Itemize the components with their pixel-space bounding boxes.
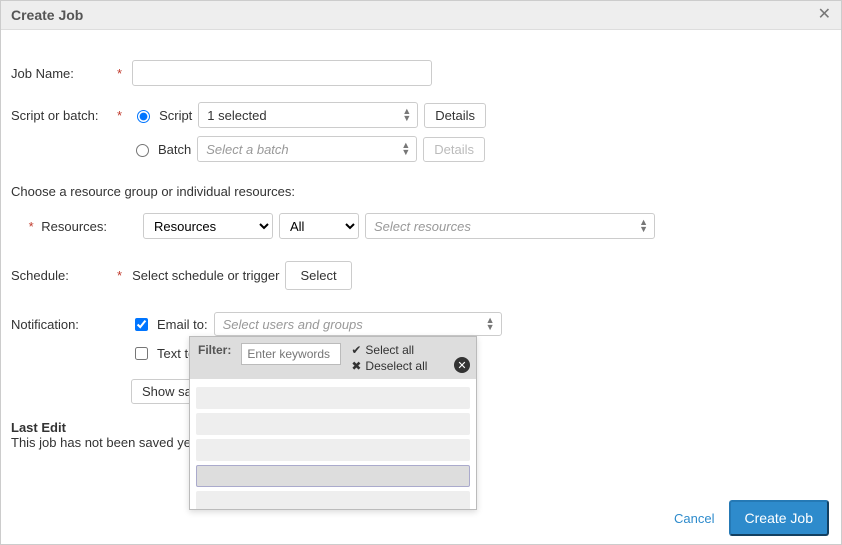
updown-icon: ▲▼ [486,317,495,331]
close-icon[interactable]: ✕ [818,7,831,23]
script-select[interactable]: 1 selected ▲▼ [198,102,418,128]
radio-script[interactable]: Script [132,107,192,123]
checkbox-text-input[interactable] [135,347,148,360]
radio-script-input[interactable] [137,110,150,123]
radio-batch[interactable]: Batch [131,141,191,157]
filter-label: Filter: [198,343,231,357]
resources-multiselect-placeholder: Select resources [374,219,471,234]
dropdown-toolbar: Filter: ✔ Select all ✖ Deselect all ✕ [190,337,476,379]
row-batch: Batch Select a batch ▲▼ Details [11,136,831,162]
label-notification: Notification: [11,317,107,332]
dropdown-list[interactable] [190,379,476,509]
dialog-title: Create Job [11,7,83,23]
select-all-link[interactable]: ✔ Select all [351,343,427,357]
label-script-batch: Script or batch: [11,108,107,123]
row-job-name: Job Name: * [11,60,831,86]
schedule-hint: Select schedule or trigger [132,268,279,283]
row-schedule: Schedule: * Select schedule or trigger S… [11,261,831,290]
create-job-button[interactable]: Create Job [729,500,829,536]
list-item[interactable] [196,413,470,435]
dialog-header: Create Job ✕ [1,1,841,30]
batch-details-button: Details [423,137,485,162]
list-item[interactable] [196,439,470,461]
batch-select[interactable]: Select a batch ▲▼ [197,136,417,162]
x-icon: ✖ [351,359,361,373]
radio-batch-label: Batch [158,142,191,157]
label-schedule: Schedule: [11,268,107,283]
close-dropdown-icon[interactable]: ✕ [454,357,470,373]
checkbox-email-label: Email to: [157,317,208,332]
resources-scope-select[interactable]: All [279,213,359,239]
label-resources: Resources: [41,219,107,234]
resources-section-text: Choose a resource group or individual re… [11,184,831,199]
deselect-all-link[interactable]: ✖ Deselect all [351,359,427,373]
row-notification-email: Notification: Email to: Select users and… [11,312,831,336]
email-dropdown-panel: Filter: ✔ Select all ✖ Deselect all ✕ [189,336,477,510]
radio-batch-input[interactable] [136,144,149,157]
required-mark: * [29,219,34,234]
select-links: ✔ Select all ✖ Deselect all [351,343,427,373]
filter-input[interactable] [241,343,341,365]
required-mark: * [117,108,122,123]
label-job-name: Job Name: [11,66,107,81]
updown-icon: ▲▼ [402,108,411,122]
list-item[interactable] [196,491,470,509]
row-script: Script or batch: * Script 1 selected ▲▼ … [11,102,831,128]
script-details-button[interactable]: Details [424,103,486,128]
checkbox-email[interactable]: Email to: [131,315,208,334]
schedule-select-button[interactable]: Select [285,261,351,290]
script-select-value: 1 selected [207,108,266,123]
checkbox-email-input[interactable] [135,318,148,331]
resources-multiselect[interactable]: Select resources ▲▼ [365,213,655,239]
dialog-footer: Cancel Create Job [674,500,829,536]
create-job-dialog: Create Job ✕ Job Name: * Script or batch… [0,0,842,545]
updown-icon: ▲▼ [401,142,410,156]
row-resources: * Resources: Resources All Select resour… [11,213,831,239]
list-item[interactable] [196,387,470,409]
check-icon: ✔ [351,343,361,357]
batch-select-placeholder: Select a batch [206,142,288,157]
required-mark: * [117,268,122,283]
updown-icon: ▲▼ [639,219,648,233]
email-multiselect[interactable]: Select users and groups ▲▼ [214,312,502,336]
job-name-input[interactable] [132,60,432,86]
resources-type-select[interactable]: Resources [143,213,273,239]
email-multiselect-placeholder: Select users and groups [223,317,363,332]
required-mark: * [117,66,122,81]
list-item[interactable] [196,465,470,487]
radio-script-label: Script [159,108,192,123]
cancel-link[interactable]: Cancel [674,511,714,526]
